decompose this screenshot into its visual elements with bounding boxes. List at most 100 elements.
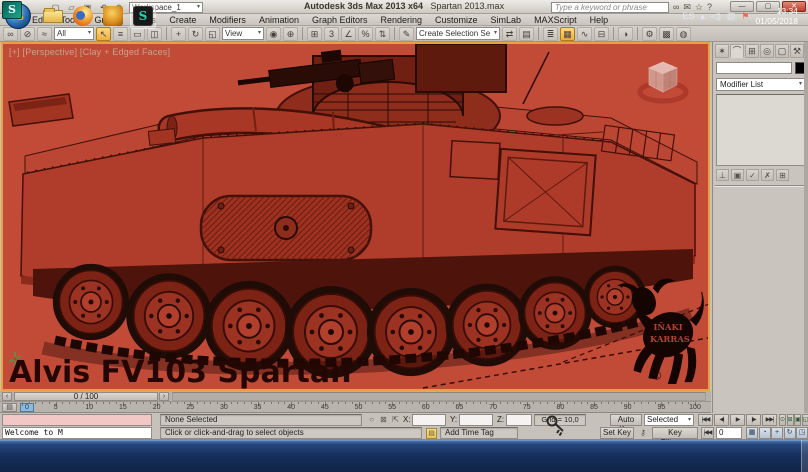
taskbar-explorer-button[interactable] [40,3,66,29]
x-coordinate-field[interactable] [412,414,446,426]
mini-curve-editor-button[interactable]: ▤ [2,403,17,412]
play-button[interactable]: ▶ [730,414,745,426]
tank-model[interactable]: Alvis FV103 Spartan IÑAKI KARRAS © [3,44,709,390]
select-and-manipulate-icon[interactable]: ⊕ [283,27,298,41]
isolate-selection-icon[interactable]: ○ [366,414,377,426]
panel-scrollbar[interactable] [804,42,808,413]
auto-key-button[interactable]: Auto Key [610,414,642,426]
taskbar-firefox-button[interactable] [70,3,96,29]
rendered-frame-icon[interactable]: ▩ [659,27,674,41]
zoom-all-icon[interactable]: ⊞ [787,414,794,426]
menu-simlab[interactable]: SimLab [485,14,528,26]
language-indicator[interactable]: ES [682,11,694,21]
material-editor-icon[interactable]: ◑ [618,27,633,41]
show-desktop-button[interactable] [801,440,808,472]
key-selection-dropdown[interactable]: Selected▾ [644,414,694,426]
tab-utilities[interactable]: ⚒ [790,44,804,58]
tab-display[interactable]: ▢ [775,44,789,58]
volume-icon[interactable]: ◁) [711,11,721,22]
set-key-mode-icon[interactable] [545,414,565,438]
object-name-field[interactable] [716,62,792,74]
modifier-stack[interactable] [716,94,806,166]
perspective-viewport[interactable]: Alvis FV103 Spartan IÑAKI KARRAS © [+] [… [1,42,710,391]
selection-lock-icon[interactable]: ⊠ [378,414,389,426]
tab-create[interactable]: ✶ [715,44,729,58]
taskbar-clock[interactable]: 13:3401/05/2018 [755,6,798,26]
next-frame-button[interactable]: |▶ [746,414,761,426]
angle-snap-icon[interactable]: ∠ [341,27,356,41]
zoom-icon[interactable]: ⊙ [779,414,786,426]
frame-number-field[interactable]: 0 [716,427,742,439]
show-end-result-button[interactable]: ▣ [731,169,744,181]
menu-rendering[interactable]: Rendering [375,14,429,26]
mirror-icon[interactable]: ⇄ [502,27,517,41]
named-selection-dropdown[interactable]: Create Selection Se▾ [416,27,500,40]
tab-hierarchy[interactable]: ⊞ [745,44,759,58]
y-coordinate-field[interactable] [459,414,493,426]
reference-coordinate-dropdown[interactable]: View▾ [222,27,264,40]
make-unique-button[interactable]: ✓ [746,169,759,181]
absolute-mode-icon[interactable]: ⇱ [390,414,401,426]
previous-frame-arrow[interactable]: ‹ [2,392,12,401]
maximize-viewport-toggle-icon[interactable]: ◳ [796,427,808,439]
hidden-icons-button[interactable]: ▴ [700,11,705,22]
go-to-start-button[interactable]: |◀◀ [698,414,713,426]
go-to-end-button[interactable]: ▶▶| [762,414,777,426]
taskbar-3dsmax-button[interactable]: S [130,3,156,29]
select-and-rotate-icon[interactable]: ↻ [188,27,203,41]
edit-named-selections-icon[interactable]: ✎ [399,27,414,41]
snap-toggle-3d-icon[interactable]: 3 [324,27,339,41]
track-bar[interactable]: ▤ 0 510152025303540455055606570758085909… [0,402,711,413]
percent-snap-icon[interactable]: % [358,27,373,41]
viewport-label[interactable]: [+] [Perspective] [Clay + Edged Faces] [9,47,170,57]
next-frame-arrow[interactable]: › [159,392,169,401]
application-menu-button[interactable]: S [2,1,22,19]
tab-motion[interactable]: ◎ [760,44,774,58]
menu-modifiers[interactable]: Modifiers [203,14,252,26]
align-icon[interactable]: ▤ [519,27,534,41]
view-cube[interactable] [636,52,690,106]
graphite-ribbon-icon[interactable]: ▦ [560,27,575,41]
select-and-scale-icon[interactable]: ◱ [205,27,220,41]
menu-animation[interactable]: Animation [253,14,305,26]
render-setup-icon[interactable]: ⚙ [642,27,657,41]
select-and-move-icon[interactable]: + [171,27,186,41]
key-filter-icon[interactable]: ⚷ [637,427,649,439]
field-of-view-icon[interactable]: ◔ [759,427,771,439]
set-key-button[interactable]: Set Key [600,427,634,439]
tab-modify[interactable]: ⌒ [730,44,744,58]
time-slider-handle[interactable]: 0 / 100 [14,392,158,401]
menu-graph-editors[interactable]: Graph Editors [306,14,374,26]
keyboard-override-icon[interactable]: ⊞ [307,27,322,41]
zoom-extents-icon[interactable]: ▣ [794,414,801,426]
use-pivot-center-icon[interactable]: ◉ [266,27,281,41]
menu-customize[interactable]: Customize [429,14,484,26]
zoom-extents-all-icon[interactable]: ◱ [802,414,808,426]
menu-help[interactable]: Help [584,14,615,26]
orbit-icon[interactable]: ↻ [784,427,796,439]
modifier-list-dropdown[interactable]: Modifier List▾ [716,78,806,91]
search-knowledge-icon[interactable]: ∞ [673,2,679,13]
network-icon[interactable]: ▤ [727,11,736,22]
layer-manager-icon[interactable]: ≣ [543,27,558,41]
z-coordinate-field[interactable] [506,414,532,426]
menu-create[interactable]: Create [163,14,202,26]
add-time-tag[interactable]: Add Time Tag [440,427,518,439]
search-input[interactable] [551,2,669,13]
previous-frame-button[interactable]: ◀| [714,414,729,426]
time-slider-track[interactable] [172,392,706,401]
remove-modifier-button[interactable]: ✗ [761,169,774,181]
key-filters-button[interactable]: Key Filters... [652,427,698,439]
action-center-icon[interactable]: ⚑ [741,11,749,22]
pan-view-icon[interactable]: + [771,427,783,439]
unlink-selection-icon[interactable]: ⊘ [20,27,35,41]
curve-editor-icon[interactable]: ∿ [577,27,592,41]
taskbar-app-button[interactable] [100,3,126,29]
schematic-view-icon[interactable]: ⊟ [594,27,609,41]
zoom-region-icon[interactable]: ▦ [746,427,758,439]
go-to-start-button[interactable]: |◀◀ [701,427,714,439]
menu-maxscript[interactable]: MAXScript [528,14,583,26]
pin-stack-button[interactable]: ⊥ [716,169,729,181]
maxscript-mini-listener[interactable] [2,414,152,426]
maxscript-listener-line[interactable]: Welcome to M [2,427,152,439]
